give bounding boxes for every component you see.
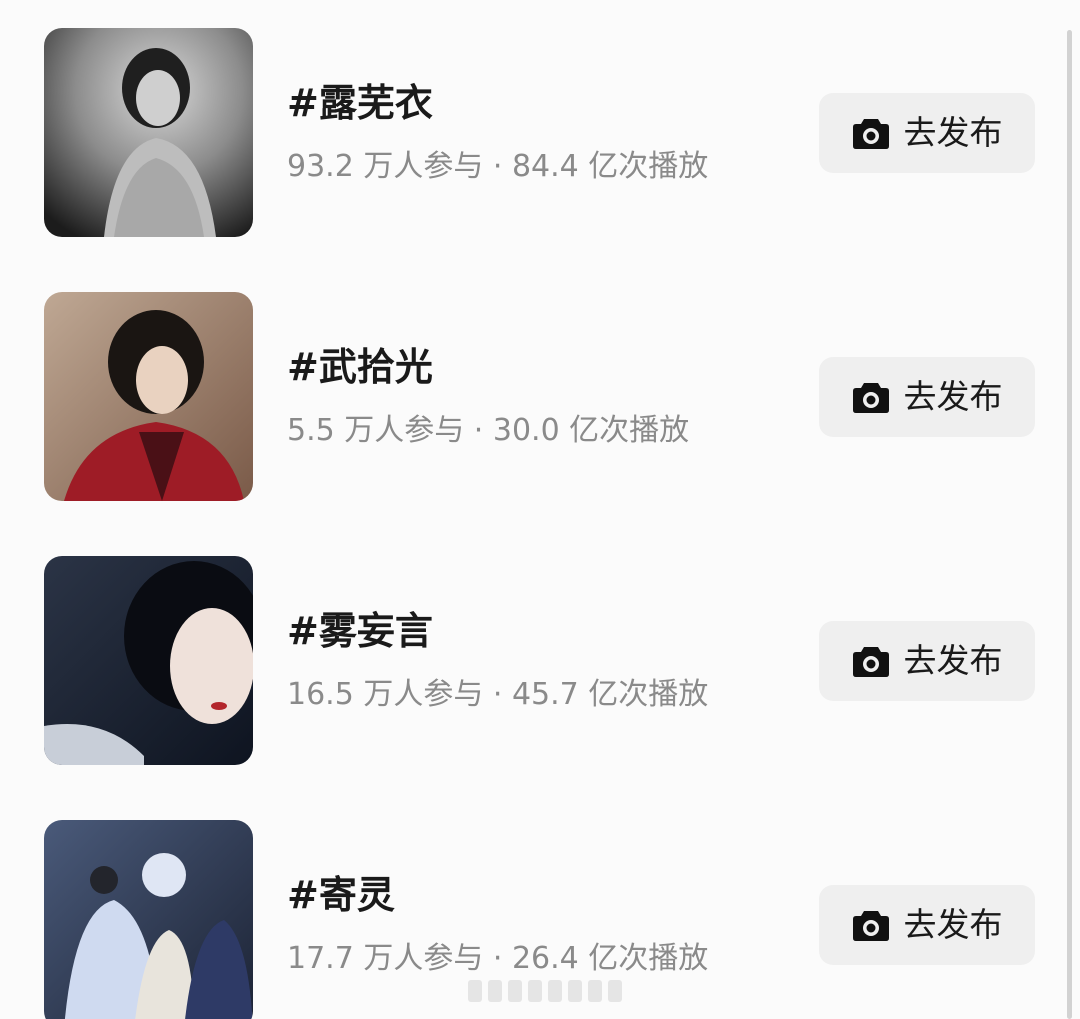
- thumbnail-image: [44, 556, 253, 765]
- post-button-label: 去发布: [903, 641, 1003, 680]
- post-button-label: 去发布: [903, 905, 1003, 944]
- topic-stats: 5.5 万人参与 · 30.0 亿次播放: [287, 413, 690, 448]
- camera-icon: [852, 911, 889, 941]
- topic-row[interactable]: #武拾光 5.5 万人参与 · 30.0 亿次播放 去发布: [0, 292, 1080, 502]
- topic-thumbnail[interactable]: [44, 556, 253, 765]
- topic-thumbnail[interactable]: [44, 820, 253, 1019]
- thumbnail-image: [44, 820, 253, 1019]
- camera-icon: [852, 119, 889, 149]
- post-button-label: 去发布: [903, 377, 1003, 416]
- topic-title[interactable]: #雾妄言: [287, 609, 433, 653]
- topic-title[interactable]: #露芜衣: [287, 81, 433, 125]
- thumbnail-image: [44, 28, 253, 237]
- topic-stats: 16.5 万人参与 · 45.7 亿次播放: [287, 677, 709, 712]
- camera-icon: [852, 647, 889, 677]
- post-button[interactable]: 去发布: [819, 357, 1035, 437]
- topic-row[interactable]: #露芜衣 93.2 万人参与 · 84.4 亿次播放 去发布: [0, 28, 1080, 238]
- scrollbar[interactable]: [1067, 30, 1072, 1019]
- topic-thumbnail[interactable]: [44, 28, 253, 237]
- topic-row[interactable]: #雾妄言 16.5 万人参与 · 45.7 亿次播放 去发布: [0, 556, 1080, 766]
- camera-icon: [852, 383, 889, 413]
- post-button[interactable]: 去发布: [819, 93, 1035, 173]
- topic-title[interactable]: #寄灵: [287, 873, 395, 917]
- post-button[interactable]: 去发布: [819, 621, 1035, 701]
- topic-stats: 93.2 万人参与 · 84.4 亿次播放: [287, 149, 709, 184]
- post-button-label: 去发布: [903, 113, 1003, 152]
- topic-stats: 17.7 万人参与 · 26.4 亿次播放: [287, 941, 709, 976]
- topic-title[interactable]: #武拾光: [287, 345, 433, 389]
- topic-list-page: #露芜衣 93.2 万人参与 · 84.4 亿次播放 去发布 #武拾光 5.5 …: [0, 0, 1080, 1019]
- thumbnail-image: [44, 292, 253, 501]
- topic-thumbnail[interactable]: [44, 292, 253, 501]
- post-button[interactable]: 去发布: [819, 885, 1035, 965]
- watermark: [468, 980, 622, 1002]
